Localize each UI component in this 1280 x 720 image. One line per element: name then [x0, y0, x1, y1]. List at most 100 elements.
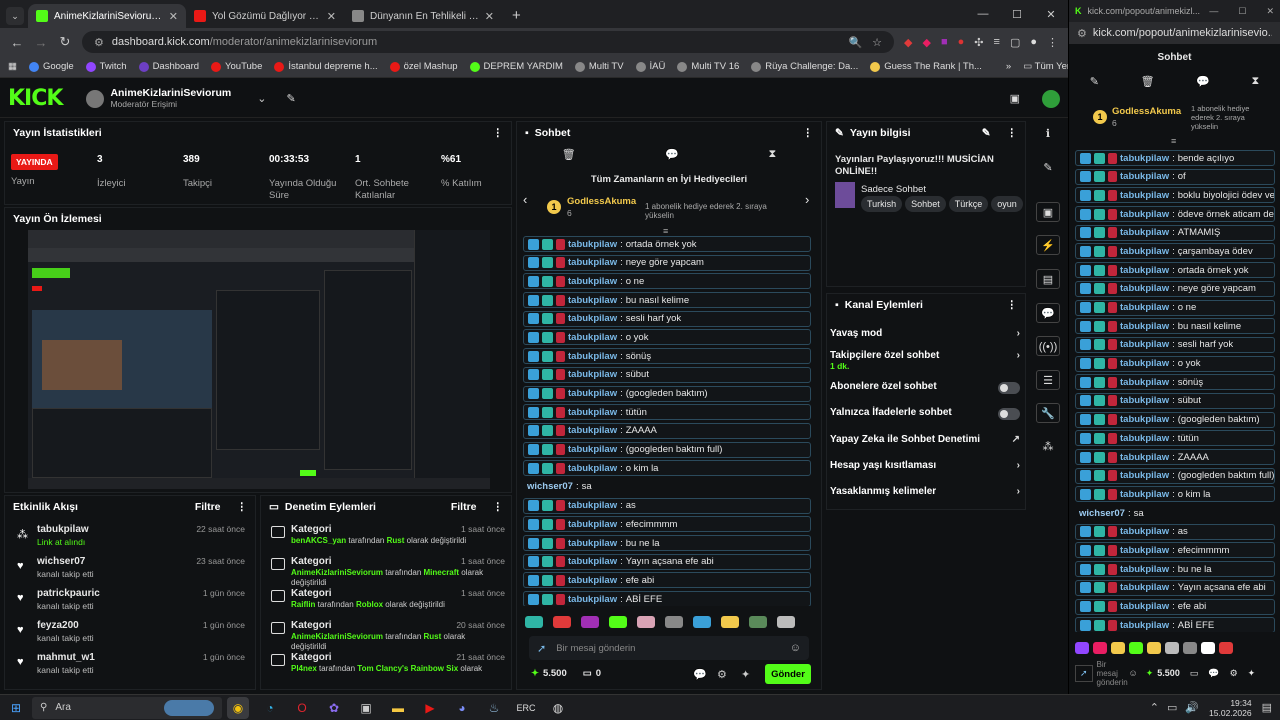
mod-tools-icon[interactable]: ✦ [741, 668, 750, 681]
chat-username[interactable]: tabukpilaw [1120, 545, 1169, 556]
chat-username[interactable]: tabukpilaw [1120, 321, 1169, 332]
all-bookmarks[interactable]: ▭ Tüm Yer İşaretleri [1023, 61, 1068, 72]
more-icon[interactable]: ⋮ [1007, 299, 1018, 311]
tag-chip[interactable]: Sohbet [905, 196, 946, 212]
chat-username[interactable]: tabukpilaw [1120, 377, 1169, 388]
chevron-left-icon[interactable]: ‹ [523, 192, 527, 207]
chat-message[interactable]: tabukpilaw: ZAAAA [1075, 449, 1275, 465]
chat-username[interactable]: tabukpilaw [568, 407, 617, 418]
chat-username[interactable]: tabukpilaw [1120, 489, 1169, 500]
chat-username[interactable]: wichser07 [1079, 508, 1125, 519]
close-button[interactable]: ✕ [1034, 8, 1068, 21]
filter-button[interactable]: Filtre [451, 501, 477, 513]
lightning-icon[interactable]: ⚡ [1036, 235, 1060, 255]
chat-message[interactable]: tabukpilaw: o ne [1075, 299, 1275, 316]
bookmark-item[interactable]: Dashboard [138, 61, 199, 72]
emote-icon[interactable] [1219, 642, 1233, 654]
chat-message[interactable]: tabukpilaw: o yok [1075, 355, 1275, 372]
chat-username[interactable]: tabukpilaw [568, 538, 617, 549]
chat-message[interactable]: tabukpilaw: ortada örnek yok [523, 236, 811, 252]
chat-username[interactable]: tabukpilaw [1120, 620, 1169, 631]
chat-message[interactable]: tabukpilaw: o ne [523, 273, 811, 290]
chat-message[interactable]: tabukpilaw: tütün [1075, 430, 1275, 447]
chat-message[interactable]: tabukpilaw: ABİ EFE [523, 591, 811, 606]
reload-icon[interactable]: ↻ [58, 34, 72, 50]
emote-icon[interactable] [693, 616, 711, 628]
chat-username[interactable]: tabukpilaw [1120, 283, 1169, 294]
chat-username[interactable]: tabukpilaw [568, 594, 617, 605]
chat-username[interactable]: tabukpilaw [568, 444, 617, 455]
chevron-right-icon[interactable]: › [805, 192, 809, 207]
chat-bubble-icon[interactable]: 💬 [1208, 668, 1219, 679]
chat-message[interactable]: tabukpilaw: Yayın açsana efe abi [1075, 579, 1275, 596]
emote-icon[interactable] [1147, 642, 1161, 654]
tray-chevron-icon[interactable]: ⌃ [1150, 701, 1159, 714]
chat-message[interactable]: tabukpilaw: sesli harf yok [1075, 336, 1275, 353]
followers-only-row[interactable]: Takipçilere özel sohbet › 1 dk. [830, 350, 1020, 371]
broadcast-icon[interactable]: ((•)) [1036, 336, 1060, 356]
back-icon[interactable]: ← [10, 35, 24, 50]
hourglass-icon[interactable]: ⧗ [1251, 75, 1259, 88]
chat-username[interactable]: tabukpilaw [1120, 190, 1169, 201]
filter-button[interactable]: Filtre [195, 501, 221, 513]
chat-username[interactable]: tabukpilaw [1120, 582, 1169, 593]
emotes-only-toggle[interactable] [998, 408, 1020, 420]
bookmark-star-icon[interactable]: ☆ [872, 36, 882, 49]
chat-message[interactable]: tabukpilaw: efe abi [523, 572, 811, 589]
chat-username[interactable]: tabukpilaw [568, 575, 617, 586]
extension-icon[interactable]: ■ [941, 36, 948, 48]
bookmark-item[interactable]: Twitch [85, 61, 127, 72]
chat-message[interactable]: tabukpilaw: as [1075, 523, 1275, 540]
maximize-button[interactable]: ☐ [1000, 8, 1034, 21]
emote-icon[interactable] [1075, 642, 1089, 654]
avatar[interactable] [1042, 89, 1060, 108]
emoji-icon[interactable]: ☺ [1129, 668, 1138, 678]
minimize-button[interactable]: — [966, 8, 1000, 20]
bookmark-item[interactable]: İstanbul depreme h... [274, 61, 378, 72]
bookmark-item[interactable]: Google [28, 61, 74, 72]
tag-chip[interactable]: Turkish [861, 196, 903, 212]
chat-message[interactable]: tabukpilaw: o kim la [523, 460, 811, 477]
chat-message[interactable]: tabukpilaw: o yok [523, 329, 811, 346]
browser-tab[interactable]: AnimeKizlariniSeviorum Stream ✕ [28, 4, 186, 28]
kick-logo[interactable]: KICK [8, 86, 63, 111]
trash-icon[interactable]: 🗑 [562, 148, 576, 168]
chrome-icon[interactable]: ◉ [227, 696, 249, 719]
emote-icon[interactable] [1129, 642, 1143, 654]
send-button[interactable]: Gönder [765, 664, 811, 684]
chat-message[interactable]: tabukpilaw: (googleden baktım) [1075, 411, 1275, 428]
chat-message[interactable]: tabukpilaw: çarşambaya ödev [1075, 243, 1275, 260]
volume-icon[interactable]: 🔊 [1185, 701, 1199, 714]
chat-username[interactable]: tabukpilaw [1120, 526, 1169, 537]
info-icon[interactable]: ℹ [1036, 124, 1060, 144]
wrench-icon[interactable]: 🔧 [1036, 403, 1060, 423]
pin-scroll-icon[interactable]: ≡ [1171, 136, 1176, 146]
more-icon[interactable]: ⋮ [1007, 127, 1018, 139]
chat-message[interactable]: tabukpilaw: bende açılıyo [1075, 150, 1275, 166]
category-name[interactable]: Sadece Sohbet [861, 184, 926, 195]
maximize-button[interactable]: ☐ [1238, 6, 1246, 17]
emoji-icon[interactable]: ☺ [790, 642, 801, 654]
steam-icon[interactable]: ♨ [483, 697, 505, 719]
slow-mode-row[interactable]: Yavaş mod › [830, 328, 1020, 344]
pin-icon[interactable]: ✎ [1090, 75, 1099, 88]
bookmark-item[interactable]: Multi TV 16 [677, 61, 739, 72]
more-icon[interactable]: ⋮ [493, 501, 504, 513]
notification-icon[interactable]: ▤ [1262, 701, 1272, 714]
more-icon[interactable]: ⋮ [237, 501, 248, 513]
chat-message[interactable]: tabukpilaw: neye göre yapcam [523, 254, 811, 271]
tag-chip[interactable]: oyun [991, 196, 1023, 212]
emote-icon[interactable] [553, 616, 571, 628]
edit-icon[interactable]: ✎ [982, 127, 991, 139]
mod-log-user[interactable]: Raiflin [291, 600, 315, 609]
trash-icon[interactable]: 🗑 [1141, 75, 1155, 88]
pin-scroll-icon[interactable]: ≡ [663, 226, 668, 236]
chat-username[interactable]: tabukpilaw [1120, 358, 1169, 369]
pin-icon[interactable]: ✎ [286, 92, 295, 105]
subs-only-toggle[interactable] [998, 382, 1020, 394]
chat-username[interactable]: tabukpilaw [1120, 265, 1169, 276]
chat-message[interactable]: tabukpilaw: ATMAMIŞ [1075, 224, 1275, 241]
discord-icon[interactable]: ◕ [451, 697, 473, 719]
extension-icon[interactable]: ◆ [904, 36, 912, 49]
activity-user[interactable]: feyza200 [37, 620, 79, 631]
